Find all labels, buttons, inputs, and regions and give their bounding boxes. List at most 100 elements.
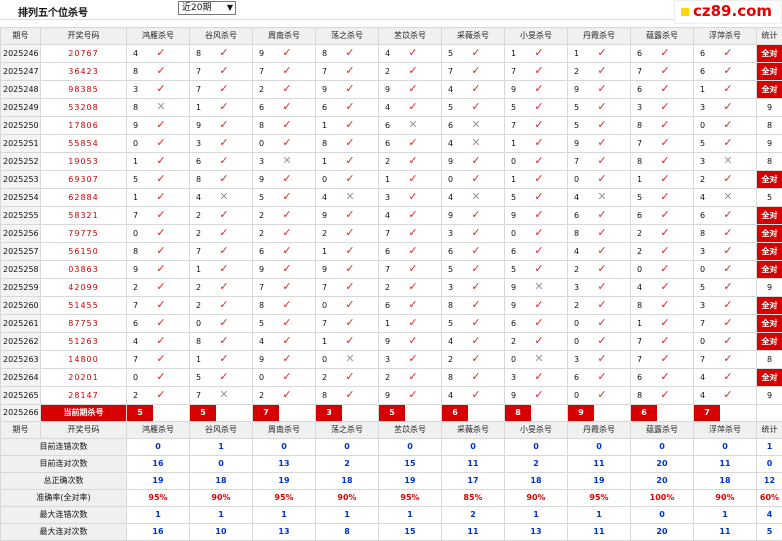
table-row: 2025256797750✓2✓2✓2✓7✓3✓0✓8✓2✓8✓全对 xyxy=(1,225,782,243)
check-icon: ✓ xyxy=(720,171,736,187)
kill-cell: 4✕ xyxy=(442,189,505,207)
kill-digit: 7 xyxy=(127,298,153,314)
kill-digit: 4 xyxy=(379,208,405,224)
check-icon: ✓ xyxy=(531,189,547,205)
kill-digit: 8 xyxy=(127,244,153,260)
stats-value: 10 xyxy=(190,524,253,541)
check-icon: ✓ xyxy=(153,333,169,349)
kill-digit: 4 xyxy=(316,190,342,206)
kill-cell: 8✓ xyxy=(127,63,190,81)
draw-number-cell: 87753 xyxy=(41,315,127,333)
kill-digit: 3 xyxy=(190,136,216,152)
check-icon: ✓ xyxy=(468,261,484,277)
kill-digit: 0 xyxy=(568,316,594,332)
kill-cell: 2✓ xyxy=(568,261,631,279)
check-icon: ✓ xyxy=(594,171,610,187)
stats-value: 90% xyxy=(505,490,568,507)
table-row: 2025255583217✓2✓2✓9✓4✓9✓9✓6✓6✓6✓全对 xyxy=(1,207,782,225)
kill-digit: 8 xyxy=(316,136,342,152)
site-logo[interactable]: cz89.com xyxy=(674,0,782,24)
check-icon: ✓ xyxy=(405,135,421,151)
check-icon: ✓ xyxy=(468,333,484,349)
draw-number-cell: 20201 xyxy=(41,369,127,387)
kill-cell: 8✓ xyxy=(253,117,316,135)
kill-digit: 5 xyxy=(505,190,531,206)
stats-value: 11 xyxy=(442,524,505,541)
stats-row: 准确率(全对率)95%90%95%90%95%85%90%95%100%90%6… xyxy=(1,490,782,507)
kill-cell: 0✕ xyxy=(316,351,379,369)
check-icon: ✓ xyxy=(279,99,295,115)
kill-digit: 1 xyxy=(505,172,531,188)
kill-cell: 8✓ xyxy=(631,387,694,405)
period-cell: 2025262 xyxy=(1,333,41,351)
stats-value: 15 xyxy=(379,524,442,541)
check-icon: ✓ xyxy=(468,369,484,385)
kill-digit: 2 xyxy=(253,82,279,98)
kill-digit: 0 xyxy=(505,352,531,368)
kill-cell: 6✓ xyxy=(505,315,568,333)
column-header: 丹霞杀号 xyxy=(568,28,631,45)
stat-cell: 8 xyxy=(757,153,782,171)
stats-value: 1 xyxy=(757,439,782,456)
check-icon: ✓ xyxy=(342,207,358,223)
kill-digit: 7 xyxy=(631,334,657,350)
kill-cell: 7✓ xyxy=(253,279,316,297)
period-cell: 2025261 xyxy=(1,315,41,333)
kill-digit: 4 xyxy=(127,334,153,350)
kill-digit: 8 xyxy=(442,298,468,314)
stats-value: 2 xyxy=(442,507,505,524)
kill-digit: 3 xyxy=(568,280,594,296)
kill-digit: 2 xyxy=(190,298,216,314)
check-icon: ✓ xyxy=(342,333,358,349)
kill-digit: 9 xyxy=(127,118,153,134)
kill-cell: 3✓ xyxy=(379,351,442,369)
period-select[interactable]: 近20期▼ xyxy=(178,1,236,15)
check-icon: ✓ xyxy=(153,189,169,205)
kill-digit: 6 xyxy=(505,316,531,332)
stat-cell: 全对 xyxy=(757,225,782,243)
check-icon: ✓ xyxy=(720,99,736,115)
kill-cell: 0✓ xyxy=(694,117,757,135)
kill-cell: 2✓ xyxy=(190,207,253,225)
check-icon: ✓ xyxy=(216,333,232,349)
stats-value: 0 xyxy=(505,439,568,456)
table-row: 2025260514557✓2✓8✓0✓6✓8✓9✓2✓8✓3✓全对 xyxy=(1,297,782,315)
kill-cell: 9✓ xyxy=(316,207,379,225)
check-icon: ✓ xyxy=(720,117,736,133)
check-icon: ✓ xyxy=(279,297,295,313)
check-icon: ✓ xyxy=(720,261,736,277)
period-cell: 2025260 xyxy=(1,297,41,315)
kill-digit: 3 xyxy=(253,154,279,170)
kill-cell: 2✓ xyxy=(379,153,442,171)
cross-icon: ✕ xyxy=(468,117,484,133)
kill-digit: 4 xyxy=(694,370,720,386)
kill-cell: 2✓ xyxy=(631,225,694,243)
kill-cell: 8✓ xyxy=(316,45,379,63)
check-icon: ✓ xyxy=(153,279,169,295)
kill-cell: 3✓ xyxy=(694,99,757,117)
period-cell: 2025252 xyxy=(1,153,41,171)
kill-digit: 1 xyxy=(190,352,216,368)
kill-digit: 3 xyxy=(694,244,720,260)
current-kill-digit: 5 xyxy=(379,405,405,421)
check-icon: ✓ xyxy=(468,99,484,115)
kill-digit: 8 xyxy=(631,154,657,170)
table-row: 2025258038639✓1✓9✓9✓7✓5✓5✓2✓0✓0✓全对 xyxy=(1,261,782,279)
kill-cell: 6✓ xyxy=(631,369,694,387)
stats-value: 20 xyxy=(631,456,694,473)
kill-digit: 0 xyxy=(631,262,657,278)
check-icon: ✓ xyxy=(279,45,295,61)
kill-digit: 5 xyxy=(127,172,153,188)
kill-cell: 0✓ xyxy=(316,297,379,315)
kill-cell: 1✓ xyxy=(505,45,568,63)
check-icon: ✓ xyxy=(153,387,169,403)
stat-cell: 5 xyxy=(757,189,782,207)
check-icon: ✓ xyxy=(279,63,295,79)
check-icon: ✓ xyxy=(594,81,610,97)
kill-digit: 6 xyxy=(253,100,279,116)
kill-cell: 9✓ xyxy=(505,297,568,315)
stats-value: 95% xyxy=(127,490,190,507)
cross-icon: ✕ xyxy=(720,153,736,169)
kill-cell: 9✓ xyxy=(505,387,568,405)
kill-cell: 3✕ xyxy=(253,153,316,171)
